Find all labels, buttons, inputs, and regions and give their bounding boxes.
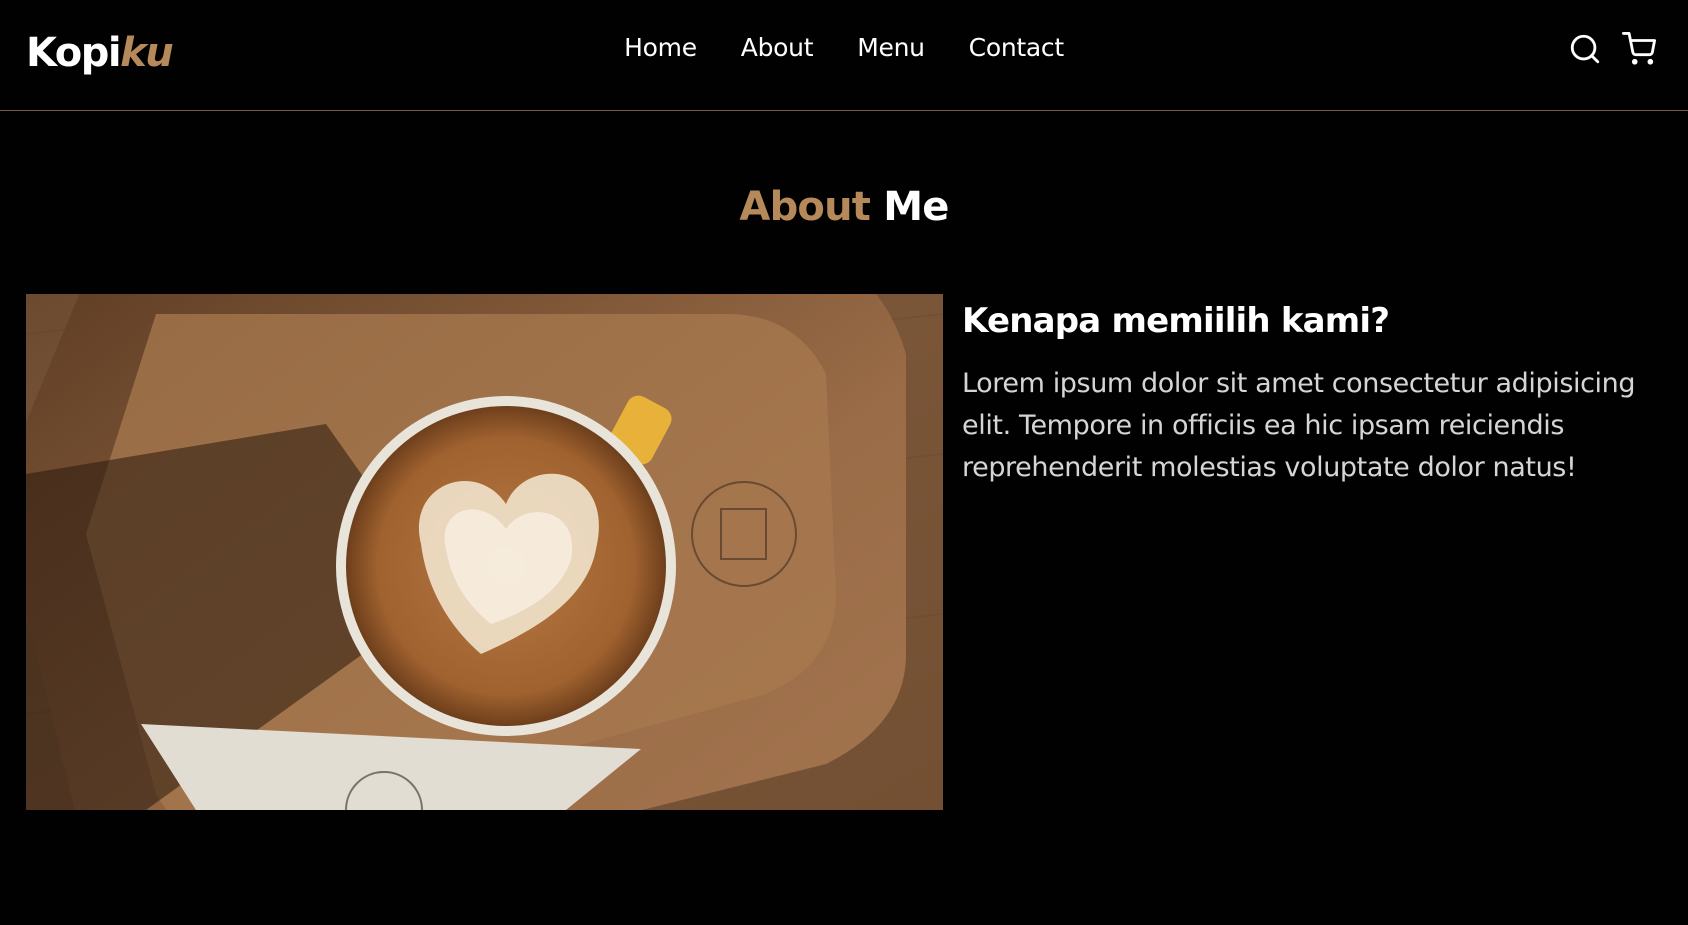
latte-art-coffee-photo (26, 294, 943, 810)
about-content: Kenapa memiilih kami? Lorem ipsum dolor … (962, 297, 1662, 489)
navbar: Kopiku Home About Menu Contact (0, 0, 1688, 111)
section-title-accent: About (739, 184, 871, 230)
shopping-cart-icon[interactable] (1622, 31, 1656, 66)
nav-link-menu[interactable]: Menu (857, 30, 925, 66)
nav-link-about[interactable]: About (741, 30, 814, 66)
search-icon[interactable] (1568, 32, 1602, 66)
section-title-rest: Me (883, 184, 949, 230)
nav-link-contact[interactable]: Contact (969, 30, 1064, 66)
nav-links: Home About Menu Contact (0, 30, 1688, 66)
about-heading: Kenapa memiilih kami? (962, 301, 1390, 341)
nav-icons (1508, 31, 1688, 68)
section-title: About Me (0, 179, 1688, 235)
about-image (26, 294, 943, 810)
about-section: About Me Kenapa memiilih kami? Lorem ips… (0, 111, 1688, 925)
nav-link-home[interactable]: Home (624, 30, 697, 66)
about-body: Lorem ipsum dolor sit amet consectetur a… (962, 368, 1636, 483)
